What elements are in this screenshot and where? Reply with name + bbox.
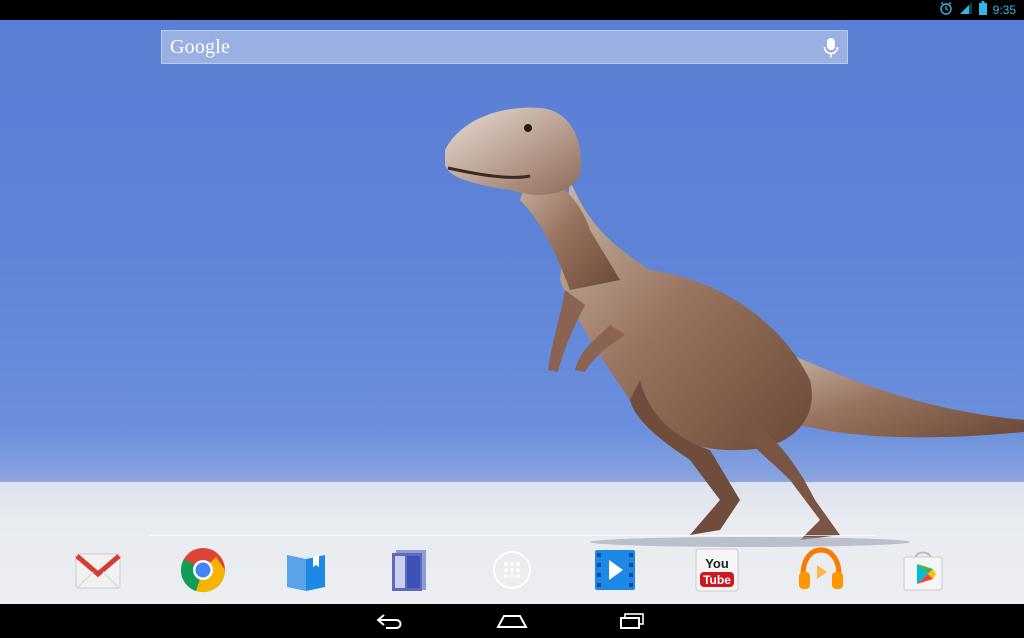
google-logo: Google xyxy=(170,36,231,58)
battery-icon xyxy=(978,0,987,20)
chrome-icon[interactable] xyxy=(178,544,228,596)
signal-icon xyxy=(959,1,973,20)
status-bar: 9:35 xyxy=(0,0,1024,20)
play-movies-icon[interactable] xyxy=(590,544,640,596)
microphone-icon[interactable] xyxy=(823,37,839,64)
play-store-icon[interactable] xyxy=(898,544,948,596)
dinosaur-image xyxy=(445,107,1024,547)
navigation-bar xyxy=(0,604,1024,638)
play-magazines-icon[interactable] xyxy=(384,544,434,596)
clock: 9:35 xyxy=(992,3,1016,17)
back-icon[interactable] xyxy=(370,610,410,632)
youtube-icon[interactable]: You Tube xyxy=(692,544,742,596)
play-music-icon[interactable] xyxy=(796,544,846,596)
youtube-logo-you: You xyxy=(705,556,729,571)
home-icon[interactable] xyxy=(492,610,532,632)
play-books-icon[interactable] xyxy=(281,544,331,596)
alarm-icon xyxy=(939,1,953,20)
status-icons: 9:35 xyxy=(939,0,1016,20)
youtube-logo-tube: Tube xyxy=(703,573,731,587)
app-dock: You Tube xyxy=(0,544,1024,600)
app-drawer-icon[interactable] xyxy=(487,544,537,596)
gmail-icon[interactable] xyxy=(73,544,123,596)
google-search-bar[interactable]: Google xyxy=(161,30,848,64)
wallpaper xyxy=(0,20,1024,604)
dock-divider xyxy=(150,535,875,536)
recents-icon[interactable] xyxy=(612,610,652,632)
